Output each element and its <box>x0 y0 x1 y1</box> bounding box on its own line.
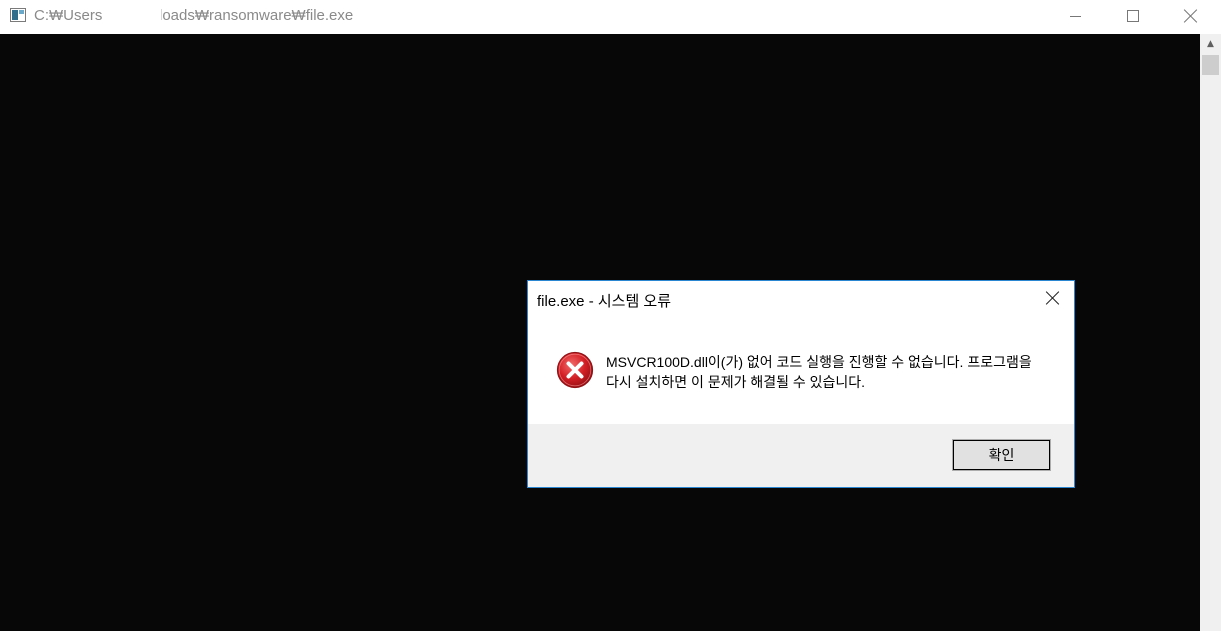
close-icon <box>1184 9 1198 23</box>
vertical-scrollbar[interactable]: ▲ <box>1200 34 1221 631</box>
console-titlebar[interactable]: C:₩Users₩ Downloads₩ransomware₩file.exe <box>0 0 1221 45</box>
dialog-title: file.exe - 시스템 오류 <box>537 293 672 310</box>
close-icon <box>1046 291 1060 305</box>
dialog-footer: 확인 <box>528 424 1074 487</box>
ok-button[interactable]: 확인 <box>952 439 1051 471</box>
scroll-up-arrow-icon[interactable]: ▲ <box>1200 34 1221 54</box>
scroll-thumb[interactable] <box>1202 55 1219 75</box>
console-app-icon <box>10 8 26 22</box>
maximize-icon <box>1127 10 1139 22</box>
minimize-icon <box>1069 15 1081 17</box>
system-error-dialog: file.exe - 시스템 오류 MSVCR100D.dll이(가) 없어 코… <box>527 280 1075 488</box>
maximize-button[interactable] <box>1104 0 1162 32</box>
error-icon <box>556 351 594 389</box>
minimize-button[interactable] <box>1046 0 1104 32</box>
dialog-close-button[interactable] <box>1032 281 1074 315</box>
dialog-message: MSVCR100D.dll이(가) 없어 코드 실행을 진행할 수 없습니다. … <box>606 354 1032 390</box>
close-button[interactable] <box>1162 0 1220 32</box>
console-window-title: C:₩Users₩ Downloads₩ransomware₩file.exe <box>34 7 354 24</box>
